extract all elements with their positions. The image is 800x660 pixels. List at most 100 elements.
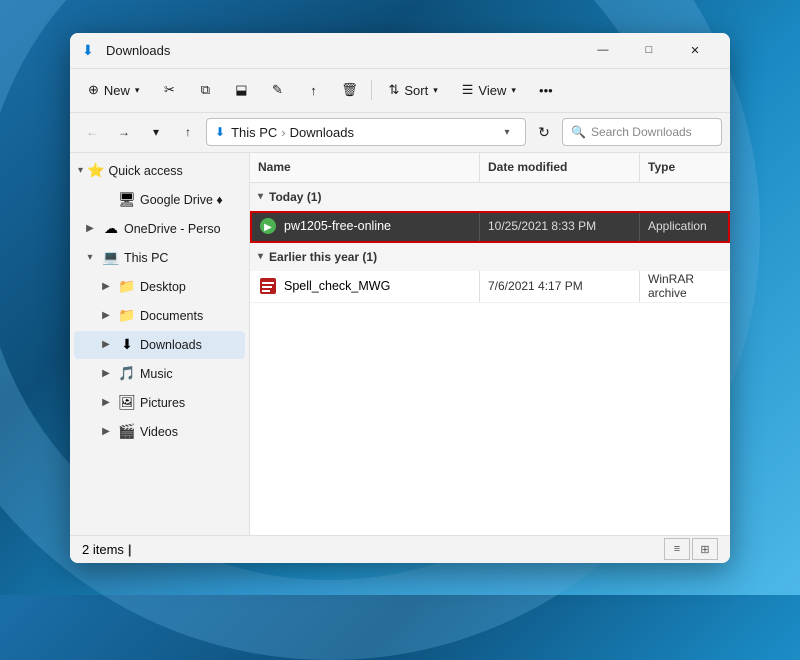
view-detail-button[interactable]: ≡ bbox=[664, 538, 690, 560]
google-drive-expand-icon bbox=[98, 192, 114, 208]
search-placeholder: Search Downloads bbox=[591, 125, 692, 139]
view-large-button[interactable]: ⊞ bbox=[692, 538, 718, 560]
downloads-icon: ⬇ bbox=[118, 336, 136, 354]
earlier-expand-icon: ▾ bbox=[258, 251, 263, 262]
today-group-label: Today (1) bbox=[269, 190, 321, 204]
column-name[interactable]: Name bbox=[250, 153, 480, 182]
status-bar: 2 items | ≡ ⊞ bbox=[70, 535, 730, 563]
group-header-today[interactable]: ▾ Today (1) bbox=[250, 183, 730, 211]
delete-icon: 🗑 bbox=[341, 82, 358, 98]
address-bar: ← → ▾ ↑ ⬇ This PC › Downloads ▾ ↻ 🔍 Sear… bbox=[70, 113, 730, 153]
breadcrumb-separator-1: › bbox=[281, 125, 285, 140]
new-button[interactable]: ⊕ New ▾ bbox=[78, 74, 149, 106]
videos-expand-icon: ▶ bbox=[98, 424, 114, 440]
column-type[interactable]: Type bbox=[640, 153, 730, 182]
quick-access-expand-icon: ▾ bbox=[78, 165, 83, 176]
spell-check-icon bbox=[258, 276, 278, 296]
file-list-container: Name Date modified Type ▾ Today (1) ▶ bbox=[250, 153, 730, 535]
maximize-button[interactable]: □ bbox=[626, 34, 672, 66]
this-pc-label: This PC bbox=[124, 251, 168, 265]
desktop-label: Desktop bbox=[140, 280, 186, 294]
refresh-icon: ↻ bbox=[538, 124, 550, 141]
view-detail-icon: ≡ bbox=[674, 543, 680, 555]
onedrive-expand-icon: ▶ bbox=[82, 221, 98, 237]
up-button[interactable]: ↑ bbox=[174, 118, 202, 146]
window-icon: ⬇ bbox=[82, 42, 98, 58]
minimize-button[interactable]: — bbox=[580, 34, 626, 66]
this-pc-icon: 💻 bbox=[102, 249, 120, 267]
file-type-pw1205: Application bbox=[640, 211, 730, 242]
address-path[interactable]: ⬇ This PC › Downloads ▾ bbox=[206, 118, 526, 146]
view-button[interactable]: ☰ View ▾ bbox=[452, 74, 526, 106]
refresh-button[interactable]: ↻ bbox=[530, 118, 558, 146]
back-icon: ← bbox=[86, 125, 98, 139]
file-list-header: Name Date modified Type bbox=[250, 153, 730, 183]
toolbar: ⊕ New ▾ ✂ ⧉ ⬓ ✎ ↑ 🗑 ⇅ Sort ▾ ☰ View bbox=[70, 69, 730, 113]
sidebar-item-documents[interactable]: ▶ 📁 Documents bbox=[74, 302, 245, 330]
recent-locations-button[interactable]: ▾ bbox=[142, 118, 170, 146]
window-controls: — □ ✕ bbox=[580, 34, 718, 66]
sidebar-item-pictures[interactable]: ▶ 🖼 Pictures bbox=[74, 389, 245, 417]
pw1205-icon: ▶ bbox=[258, 216, 278, 236]
new-caret-icon: ▾ bbox=[135, 85, 140, 96]
file-date-spell-check: 7/6/2021 4:17 PM bbox=[480, 271, 640, 302]
pictures-icon: 🖼 bbox=[118, 394, 136, 412]
documents-icon: 📁 bbox=[118, 307, 136, 325]
desktop-expand-icon: ▶ bbox=[98, 279, 114, 295]
music-expand-icon: ▶ bbox=[98, 366, 114, 382]
file-type-spell-check: WinRAR archive bbox=[640, 271, 730, 302]
onedrive-label: OneDrive - Perso bbox=[124, 222, 221, 236]
forward-button[interactable]: → bbox=[110, 118, 138, 146]
earlier-group-label: Earlier this year (1) bbox=[269, 250, 377, 264]
sidebar-item-music[interactable]: ▶ 🎵 Music bbox=[74, 360, 245, 388]
recent-icon: ▾ bbox=[153, 125, 159, 139]
videos-icon: 🎬 bbox=[118, 423, 136, 441]
path-icon: ⬇ bbox=[215, 125, 225, 139]
search-icon: 🔍 bbox=[571, 125, 586, 139]
breadcrumb-downloads[interactable]: Downloads bbox=[290, 125, 354, 140]
share-icon: ↑ bbox=[310, 83, 317, 98]
status-cursor: | bbox=[128, 542, 132, 557]
file-date-pw1205: 10/25/2021 8:33 PM bbox=[480, 211, 640, 242]
empty-space bbox=[250, 303, 730, 503]
column-date-modified[interactable]: Date modified bbox=[480, 153, 640, 182]
rename-button[interactable]: ✎ bbox=[261, 74, 293, 106]
back-button[interactable]: ← bbox=[78, 118, 106, 146]
paste-button[interactable]: ⬓ bbox=[225, 74, 257, 106]
search-box[interactable]: 🔍 Search Downloads bbox=[562, 118, 722, 146]
file-name-pw1205: ▶ pw1205-free-online bbox=[250, 211, 480, 242]
view-icon: ☰ bbox=[462, 82, 474, 98]
cut-button[interactable]: ✂ bbox=[153, 74, 185, 106]
group-header-earlier[interactable]: ▾ Earlier this year (1) bbox=[250, 243, 730, 271]
main-content: ▾ ⭐ Quick access 🖥 Google Drive ♦ ▶ ☁ On… bbox=[70, 153, 730, 535]
file-row-pw1205[interactable]: ▶ pw1205-free-online 10/25/2021 8:33 PM … bbox=[250, 211, 730, 243]
address-dropdown-icon[interactable]: ▾ bbox=[497, 118, 517, 146]
delete-button[interactable]: 🗑 bbox=[333, 74, 365, 106]
file-row-spell-check[interactable]: Spell_check_MWG 7/6/2021 4:17 PM WinRAR … bbox=[250, 271, 730, 303]
window-title: Downloads bbox=[106, 43, 580, 58]
title-bar: ⬇ Downloads — □ ✕ bbox=[70, 33, 730, 69]
sort-button[interactable]: ⇅ Sort ▾ bbox=[378, 74, 447, 106]
sidebar-item-videos[interactable]: ▶ 🎬 Videos bbox=[74, 418, 245, 446]
file-explorer-window: ⬇ Downloads — □ ✕ ⊕ New ▾ ✂ ⧉ ⬓ ✎ ↑ 🗑 bbox=[70, 33, 730, 563]
sidebar-item-desktop[interactable]: ▶ 📁 Desktop bbox=[74, 273, 245, 301]
sidebar-item-onedrive[interactable]: ▶ ☁ OneDrive - Perso bbox=[74, 215, 245, 243]
sidebar-item-downloads[interactable]: ▶ ⬇ Downloads bbox=[74, 331, 245, 359]
copy-button[interactable]: ⧉ bbox=[189, 74, 221, 106]
up-icon: ↑ bbox=[185, 125, 191, 139]
close-button[interactable]: ✕ bbox=[672, 34, 718, 66]
documents-label: Documents bbox=[140, 309, 203, 323]
music-label: Music bbox=[140, 367, 173, 381]
status-info: 2 items | bbox=[82, 542, 132, 557]
breadcrumb: This PC › Downloads bbox=[231, 125, 497, 140]
breadcrumb-this-pc[interactable]: This PC bbox=[231, 125, 277, 140]
pw1205-filename: pw1205-free-online bbox=[284, 219, 391, 233]
sidebar-item-this-pc[interactable]: ▾ 💻 This PC bbox=[74, 244, 245, 272]
share-button[interactable]: ↑ bbox=[297, 74, 329, 106]
pictures-label: Pictures bbox=[140, 396, 185, 410]
more-button[interactable]: ••• bbox=[530, 74, 562, 106]
google-drive-label: Google Drive ♦ bbox=[140, 193, 223, 207]
sidebar-item-google-drive[interactable]: 🖥 Google Drive ♦ bbox=[74, 186, 245, 214]
desktop-icon: 📁 bbox=[118, 278, 136, 296]
sidebar-item-quick-access[interactable]: ▾ ⭐ Quick access bbox=[70, 157, 249, 185]
